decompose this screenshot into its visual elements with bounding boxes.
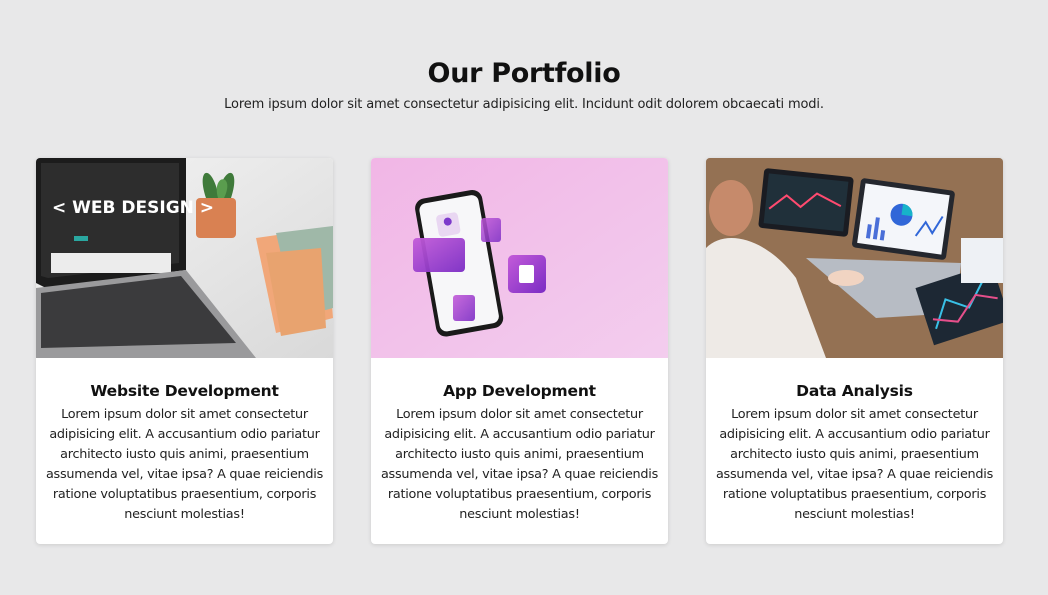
data-analysis-image	[706, 158, 1003, 358]
card-title: App Development	[443, 382, 596, 400]
web-design-text: < WEB DESIGN >	[52, 198, 214, 218]
card-description: Lorem ipsum dolor sit amet consectetur a…	[380, 407, 659, 522]
section-title: Our Portfolio	[427, 58, 621, 89]
card-description: Lorem ipsum dolor sit amet consectetur a…	[45, 407, 324, 522]
card-title: Data Analysis	[796, 382, 913, 400]
portfolio-card-website[interactable]: < WEB DESIGN > Website Development Lorem…	[36, 158, 333, 544]
portfolio-card-app[interactable]: App Development Lorem ipsum dolor sit am…	[371, 158, 668, 544]
card-description: Lorem ipsum dolor sit amet consectetur a…	[715, 407, 994, 522]
card-title: Website Development	[90, 382, 279, 400]
portfolio-card-data[interactable]: Data Analysis Lorem ipsum dolor sit amet…	[706, 158, 1003, 544]
app-development-image	[371, 158, 668, 358]
web-design-image: < WEB DESIGN >	[36, 158, 333, 358]
section-subtitle: Lorem ipsum dolor sit amet consectetur a…	[224, 97, 824, 112]
